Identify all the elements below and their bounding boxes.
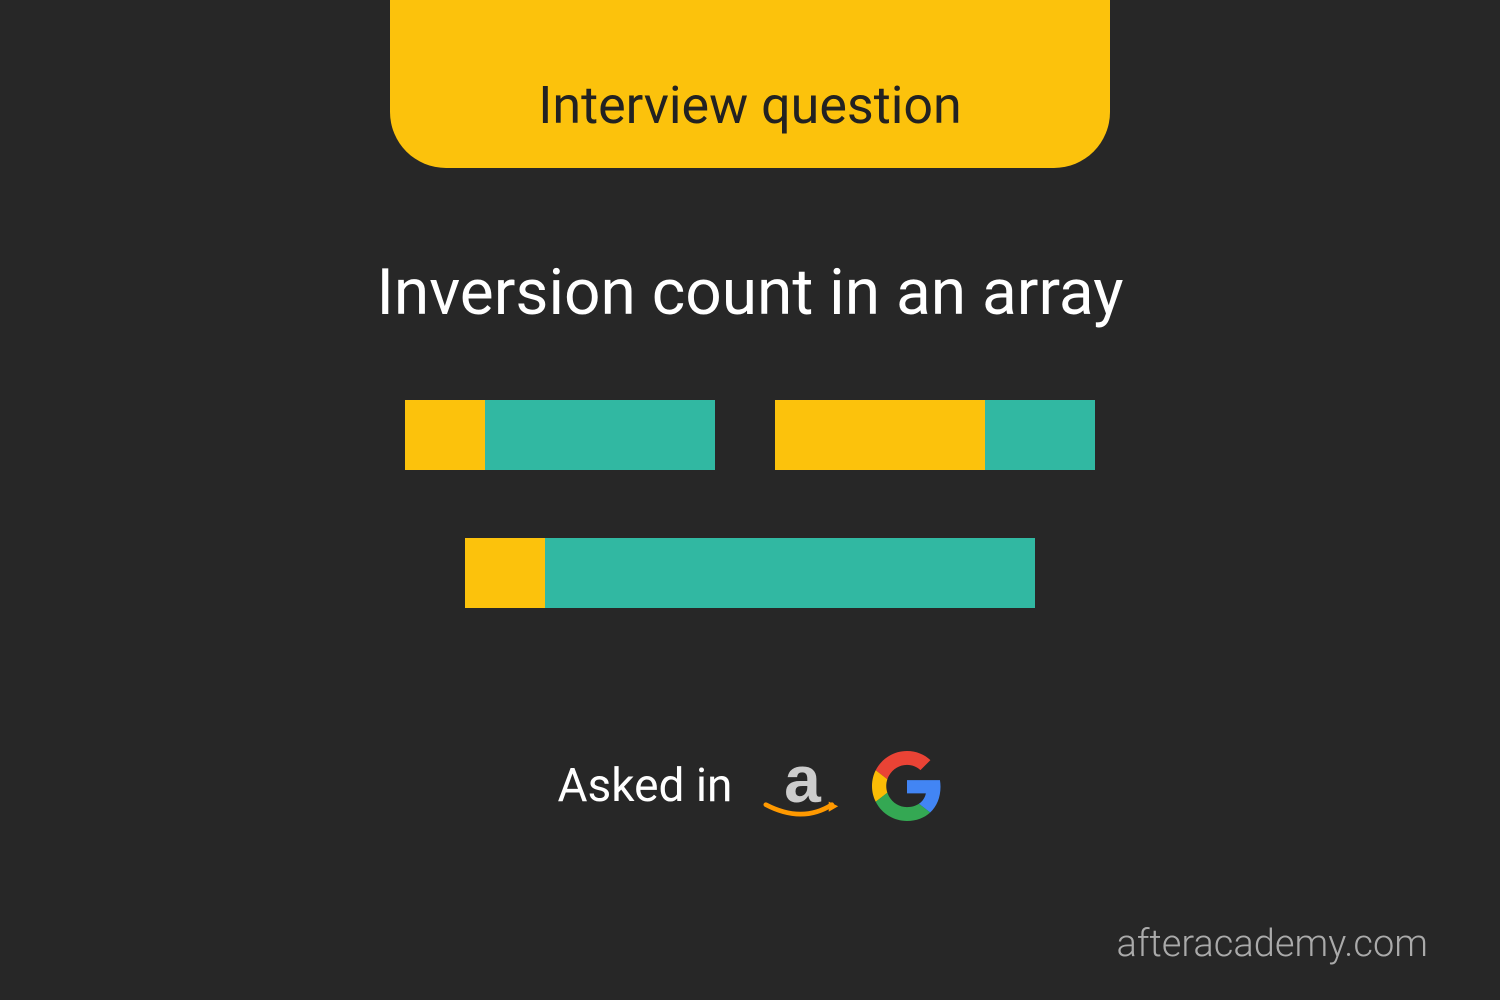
header-tab-label: Interview question [538,75,962,136]
amazon-icon: a [766,760,838,832]
bar-segment-yellow [405,400,485,470]
question-title: Inversion count in an array [0,255,1500,330]
bar-right [775,400,1095,470]
asked-in-row: Asked in a [0,740,1500,832]
bar-segment-teal [545,538,1035,608]
footer-site: afteracademy.com [1117,922,1428,966]
bar-row-bottom [0,538,1500,608]
asked-in-label: Asked in [558,759,733,813]
bar-segment-teal [985,400,1095,470]
diagram [0,400,1500,676]
header-tab: Interview question [390,0,1110,168]
bar-row-top [0,400,1500,470]
bar-segment-yellow [465,538,545,608]
bar-merged [465,538,1035,608]
google-icon [872,751,942,821]
bar-left [405,400,715,470]
amazon-smile-icon [762,800,842,822]
bar-segment-yellow [775,400,985,470]
bar-segment-teal [485,400,715,470]
